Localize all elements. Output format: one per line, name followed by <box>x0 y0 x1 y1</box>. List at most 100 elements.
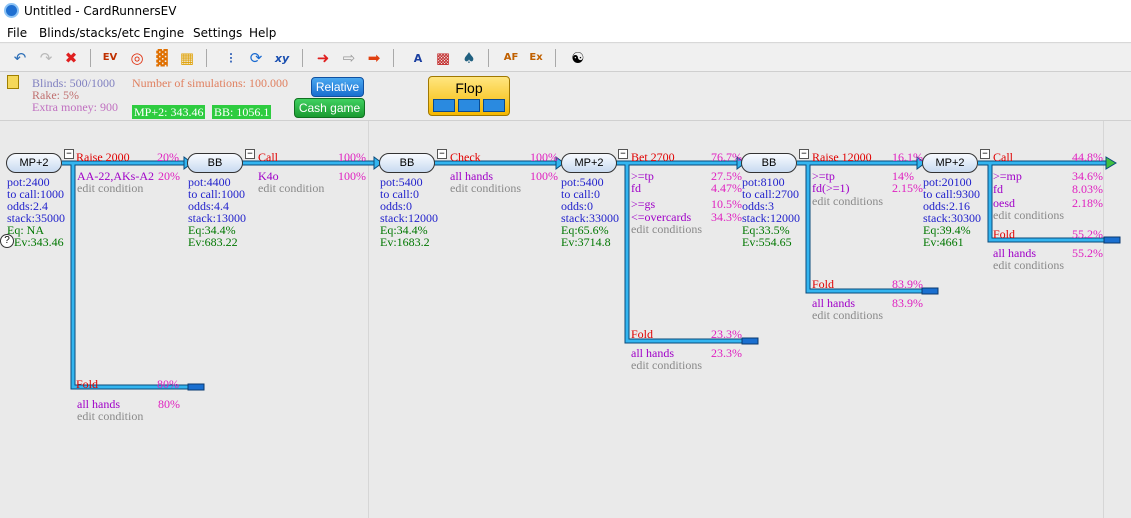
hand-range[interactable]: fd(>=1) <box>812 182 850 194</box>
redo-icon[interactable]: ↷ <box>36 48 56 68</box>
collapse-icon[interactable]: − <box>64 149 74 159</box>
hand-pct: 20% <box>158 169 180 183</box>
action-label[interactable]: Call <box>258 151 278 163</box>
info-panel: Blinds: 500/1000 Rake: 5% Extra money: 9… <box>0 72 1131 120</box>
delete-icon[interactable]: ✖ <box>61 48 81 68</box>
card-icon[interactable]: ♠ <box>459 48 479 68</box>
hand-range[interactable]: >=mp <box>993 170 1022 182</box>
action-label[interactable]: Fold <box>812 278 834 290</box>
menu-settings[interactable]: Settings <box>193 26 242 40</box>
edit-condition-link[interactable]: edit condition <box>77 182 143 194</box>
collapse-icon[interactable]: − <box>980 149 990 159</box>
undo-icon[interactable]: ↶ <box>10 48 30 68</box>
node-ev: Ev:683.22 <box>188 235 238 249</box>
hand-pct: 80% <box>158 397 180 411</box>
gift-chart-icon[interactable]: ▦ <box>177 48 197 68</box>
edit-condition-link[interactable]: edit condition <box>258 182 324 194</box>
edit-condition-link[interactable]: edit conditions <box>812 309 883 321</box>
menu-engine[interactable]: Engine <box>143 26 184 40</box>
hand-range[interactable]: fd <box>993 183 1003 195</box>
hand-pct: 34.3% <box>711 210 742 224</box>
extra-money-text: Extra money: 900 <box>32 100 118 114</box>
node-bb[interactable]: BB <box>741 153 797 173</box>
help-question-icon[interactable]: ? <box>0 234 14 248</box>
simulations-text: Number of simulations: 100.000 <box>132 76 288 90</box>
collapse-icon[interactable]: − <box>799 149 809 159</box>
menu-bar: File Blinds/stacks/etc Engine Settings H… <box>0 22 1131 43</box>
action-label[interactable]: Bet 2700 <box>631 151 675 163</box>
ev-flag-icon[interactable]: EV <box>100 48 120 68</box>
action-label[interactable]: Call <box>993 151 1013 163</box>
edit-condition-link[interactable]: edit conditions <box>812 195 883 207</box>
hand-pct: 2.18% <box>1072 196 1103 210</box>
menu-help[interactable]: Help <box>249 26 276 40</box>
action-pct: 23.3% <box>711 327 742 341</box>
action-pct: 16.1% <box>892 150 923 164</box>
flop-card-2[interactable] <box>458 99 480 112</box>
bar-chart-icon[interactable]: ▓ <box>152 48 172 68</box>
af-icon[interactable]: AF <box>501 48 521 68</box>
yin-yang-icon[interactable]: ☯ <box>568 48 588 68</box>
hand-pct: 2.15% <box>892 181 923 195</box>
action-pct: 100% <box>338 150 366 164</box>
node-ev: Ev:343.46 <box>14 235 64 249</box>
node-ev: Ev:3714.8 <box>561 235 611 249</box>
node-bb[interactable]: BB <box>379 153 435 173</box>
action-pct: 55.2% <box>1072 227 1103 241</box>
hand-pct: 34.6% <box>1072 169 1103 183</box>
menu-file[interactable]: File <box>7 26 27 40</box>
street-label: Flop <box>455 80 483 96</box>
collapse-icon[interactable]: − <box>437 149 447 159</box>
node-ev: Ev:4661 <box>923 235 964 249</box>
node-mp[interactable]: MP+2 <box>561 153 617 173</box>
action-label[interactable]: Raise 2000 <box>76 151 130 163</box>
edit-condition-link[interactable]: edit conditions <box>993 209 1064 221</box>
street-selector[interactable]: Flop <box>428 76 510 116</box>
app-window: Untitled - CardRunnersEV File Blinds/sta… <box>0 0 1131 518</box>
refresh-circle-icon[interactable]: ⟳ <box>246 48 266 68</box>
edit-condition-link[interactable]: edit conditions <box>450 182 521 194</box>
ev-mp-badge: MP+2: 343.46 <box>132 105 206 119</box>
lifebuoy-icon[interactable]: ◎ <box>127 48 147 68</box>
hand-pct: 8.03% <box>1072 182 1103 196</box>
menu-blinds-stacks[interactable]: Blinds/stacks/etc <box>39 26 140 40</box>
node-mp[interactable]: MP+2 <box>922 153 978 173</box>
edit-condition-link[interactable]: edit conditions <box>631 223 702 235</box>
action-pct: 100% <box>530 150 558 164</box>
action-label[interactable]: Fold <box>631 328 653 340</box>
flop-card-1[interactable] <box>433 99 455 112</box>
edit-condition-link[interactable]: edit conditions <box>631 359 702 371</box>
red-arrow-flag-icon[interactable]: ➜ <box>313 48 333 68</box>
white-arrow-icon[interactable]: ⇨ <box>339 48 359 68</box>
relative-button[interactable]: Relative <box>311 77 364 97</box>
action-label[interactable]: Check <box>450 151 481 163</box>
node-ev: Ev:554.65 <box>742 235 792 249</box>
xy-graph-icon[interactable]: xy <box>272 48 292 68</box>
action-pct: 76.7% <box>711 150 742 164</box>
hand-range[interactable]: fd <box>631 182 641 194</box>
node-mp-root[interactable]: MP+2 <box>6 153 62 173</box>
ex-icon[interactable]: Ex <box>526 48 546 68</box>
zoom-text-icon[interactable]: A <box>408 48 428 68</box>
edit-condition-link[interactable]: edit condition <box>77 410 143 422</box>
color-grid-icon[interactable]: ▩ <box>433 48 453 68</box>
collapse-icon[interactable]: − <box>245 149 255 159</box>
cash-game-button[interactable]: Cash game <box>294 98 365 118</box>
collapse-icon[interactable]: − <box>618 149 628 159</box>
action-label[interactable]: Fold <box>76 378 98 390</box>
ev-bb-badge: BB: 1056.1 <box>212 105 272 119</box>
flop-card-3[interactable] <box>483 99 505 112</box>
scatter-chart-icon[interactable]: ⁝ <box>221 48 241 68</box>
hand-range[interactable]: >=gs <box>631 198 655 210</box>
hand-pct: 4.47% <box>711 181 742 195</box>
hand-pct: 10.5% <box>711 197 742 211</box>
action-pct: 44.8% <box>1072 150 1103 164</box>
node-ev: Ev:1683.2 <box>380 235 430 249</box>
action-label[interactable]: Raise 12000 <box>812 151 872 163</box>
notes-icon[interactable] <box>7 75 19 89</box>
hand-pct: 55.2% <box>1072 246 1103 260</box>
red-arrow-icon[interactable]: ➡ <box>364 48 384 68</box>
action-label[interactable]: Fold <box>993 228 1015 240</box>
node-bb[interactable]: BB <box>187 153 243 173</box>
edit-condition-link[interactable]: edit conditions <box>993 259 1064 271</box>
